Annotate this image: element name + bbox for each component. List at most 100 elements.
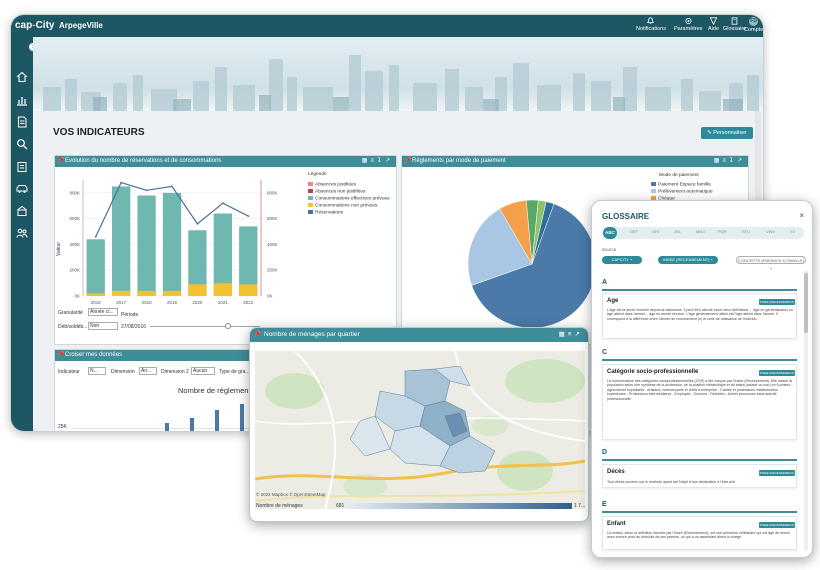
bell-icon — [647, 17, 655, 24]
section-letter: D — [602, 449, 608, 456]
dimension-label: Dimension — [111, 369, 135, 375]
settings-button[interactable]: Paramètres — [674, 17, 702, 32]
point-reservations — [221, 202, 224, 205]
letter-tab[interactable]: JKL — [674, 229, 681, 234]
y-tick-label: 600K — [69, 216, 80, 221]
chart-icon[interactable] — [16, 94, 28, 106]
x-tick-label: 2020 — [192, 300, 203, 305]
legend-label: Absences non justifiées — [315, 189, 366, 195]
list-icon[interactable] — [16, 161, 28, 173]
gear-icon — [685, 17, 692, 25]
glossary-scroll-thumb[interactable] — [804, 273, 808, 333]
legend-entry[interactable]: Absences justifiées — [308, 182, 356, 187]
letter-tab[interactable]: STU — [742, 229, 750, 234]
right-y-tick-label: 800K — [267, 190, 278, 195]
pin-icon[interactable]: 📌 — [253, 328, 261, 342]
x-tick-label: 2018 — [142, 300, 153, 305]
avatar: FD — [749, 17, 759, 26]
help-button[interactable]: Aide — [708, 17, 719, 32]
pin-icon[interactable]: 📌 — [57, 156, 64, 167]
panel-tools[interactable]: ▦≡↧↗ — [362, 156, 393, 167]
skyline-illustration — [43, 55, 759, 111]
period-slider-track[interactable] — [150, 326, 260, 327]
people-icon[interactable] — [16, 227, 28, 239]
legend-entry[interactable]: Réservations — [308, 210, 343, 215]
legend-swatch — [308, 210, 313, 214]
notifications-button[interactable]: Notifications — [636, 17, 666, 32]
glossary-entry-title: Enfant — [607, 521, 626, 527]
legend-label: Absences justifiées — [315, 182, 357, 188]
letter-tab[interactable]: GHI — [652, 229, 659, 234]
x-tick-label: 2021 — [218, 300, 229, 305]
letter-tab[interactable]: PQR — [718, 229, 727, 234]
logo[interactable]: cap-City — [15, 20, 54, 31]
page-title: VOS INDICATEURS — [53, 127, 145, 138]
legend-entry[interactable]: Consommations non prévues — [308, 203, 377, 208]
glossary-entry-tag: INSEE (RECENSEMENT) — [759, 522, 795, 528]
search-icon[interactable] — [16, 138, 28, 150]
panel-tools[interactable]: ▦≡↧↗ — [714, 156, 745, 167]
panel-tools[interactable]: ▦≡↗ — [559, 328, 583, 342]
help-icon — [709, 17, 718, 25]
reservations-panel-header: 📌 Evolution du nombre de réservations et… — [55, 156, 396, 167]
bar-consommations-non-prevues — [86, 293, 105, 296]
bar-consommations-prevues — [111, 186, 131, 296]
legend-swatch — [308, 182, 313, 186]
section-divider — [602, 511, 797, 513]
dimension2-select[interactable]: Aucun — [191, 367, 215, 375]
home-icon[interactable] — [16, 71, 28, 83]
top-bar: cap-City ArpegeVille Notifications Param… — [11, 15, 763, 37]
y-tick-label: 400K — [69, 242, 80, 247]
app-name: ArpegeVille — [59, 21, 103, 30]
document-icon[interactable] — [16, 116, 28, 128]
legend-swatch — [308, 196, 313, 200]
dimension-select[interactable]: An... — [139, 367, 157, 375]
payments-panel-header: 📌 Règlements par mode de paiement ▦≡↧↗ — [402, 156, 748, 167]
cross-bar — [190, 418, 194, 431]
map-window: 📌 Nombre de ménages par quartier ▦≡↗ © 2… — [249, 327, 589, 522]
legend-label: Paiement Espace famille — [658, 182, 711, 188]
letter-tab[interactable]: DEF — [630, 229, 638, 234]
close-icon[interactable]: × — [799, 211, 804, 220]
notifications-label: Notifications — [636, 26, 666, 32]
source-label: Source — [602, 247, 617, 252]
source-filter-capcity[interactable]: CAPCITY + — [602, 256, 642, 264]
legend-entry[interactable]: Prélèvement automatique — [651, 189, 713, 194]
customize-button[interactable]: ✎ Personnaliser — [701, 127, 753, 139]
legend-entry[interactable]: Consommations effectives prévues — [308, 196, 390, 201]
pin-icon[interactable]: 📌 — [57, 350, 64, 361]
source-filter-concepts[interactable]: CONCEPTS (ENFANCE & FAMILLE) + — [736, 256, 806, 271]
glossary-button[interactable]: Glossaire — [723, 17, 746, 32]
letter-tab[interactable]: MNO — [696, 229, 705, 234]
map-area[interactable] — [255, 351, 585, 509]
period-slider-handle[interactable] — [225, 323, 231, 329]
reservations-panel: 📌 Evolution du nombre de réservations et… — [54, 155, 397, 345]
start-select[interactable]: Non — [88, 322, 118, 330]
letter-tab[interactable]: VWX — [766, 229, 775, 234]
section-letter: C — [602, 349, 608, 356]
neighbourhood-map — [255, 351, 585, 509]
letter-tab[interactable]: YZ — [790, 229, 795, 234]
map-scale-min: 681 — [336, 503, 345, 509]
car-icon[interactable] — [16, 183, 28, 195]
point-reservations — [145, 189, 148, 192]
bar-consommations-prevues — [137, 195, 156, 296]
indicator-select[interactable]: N... — [88, 367, 106, 375]
glossary-entry-text: Un enfant, selon la définition donnée pa… — [607, 531, 790, 540]
letter-tab-active[interactable]: ABC — [603, 227, 617, 239]
pin-icon[interactable]: 📌 — [404, 156, 411, 167]
granularity-select[interactable]: Année ci... — [88, 308, 118, 316]
source-filter-insee[interactable]: INSEE (RECENSEMENT) + — [658, 256, 718, 264]
account-button[interactable]: FD Compte — [744, 17, 763, 33]
section-letter: E — [602, 501, 607, 508]
point-reservations — [171, 185, 173, 188]
y-tick-label: 200K — [69, 268, 80, 273]
legend-entry[interactable]: Paiement Espace famille — [651, 182, 711, 187]
x-tick-label: 2016 — [91, 300, 102, 305]
header-banner — [33, 37, 763, 111]
legend-entry[interactable]: Absences non justifiées — [308, 189, 365, 194]
shop-icon[interactable] — [16, 205, 28, 217]
gridline — [73, 428, 253, 429]
map-window-header: 📌 Nombre de ménages par quartier ▦≡↗ — [250, 328, 588, 342]
glossary-entry-title: Catégorie socio-professionnelle — [607, 369, 699, 375]
